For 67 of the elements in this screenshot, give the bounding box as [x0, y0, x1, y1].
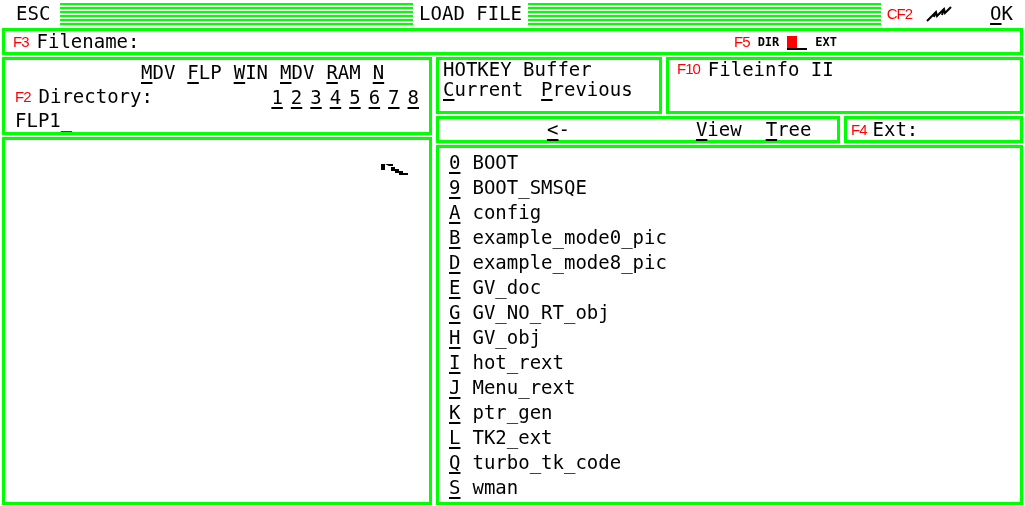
drive-number-button[interactable]: 7: [388, 86, 400, 108]
file-name[interactable]: GV_NO_RT_obj: [472, 303, 610, 322]
file-hotkey[interactable]: B: [449, 228, 461, 247]
extension-label: Ext:: [872, 120, 919, 140]
tree-button[interactable]: Tree: [765, 119, 812, 140]
file-hotkey[interactable]: I: [449, 353, 461, 372]
file-name[interactable]: wman: [472, 478, 519, 497]
hotkey-buffer-title: HOTKEY Buffer: [443, 60, 593, 79]
file-name[interactable]: GV_doc: [472, 278, 542, 297]
device-button[interactable]: MDV: [280, 62, 315, 83]
ok-button[interactable]: OK: [986, 3, 1017, 24]
device-button[interactable]: MDV: [141, 62, 176, 83]
toggle-option[interactable]: DIR: [757, 34, 780, 49]
escape-button[interactable]: ESC: [12, 3, 55, 24]
drive-number-button[interactable]: 2: [290, 86, 303, 108]
buffer-button[interactable]: Current: [443, 79, 524, 100]
key-label: F10: [677, 60, 700, 77]
filename-label: Filename:: [36, 32, 140, 51]
file-hotkey[interactable]: S: [449, 478, 461, 497]
file-hotkey[interactable]: D: [449, 253, 461, 272]
key-label: F3: [13, 33, 29, 50]
file-name[interactable]: example_mode0_pic: [472, 228, 667, 247]
file-name[interactable]: ptr_gen: [472, 403, 553, 422]
file-hotkey[interactable]: K: [449, 403, 461, 422]
device-button[interactable]: RAM: [326, 62, 361, 83]
key-label: CF2: [886, 5, 913, 22]
drive-number-button[interactable]: 8: [407, 86, 419, 108]
file-name[interactable]: TK2_ext: [472, 428, 553, 447]
file-name[interactable]: BOOT: [472, 153, 519, 172]
file-name[interactable]: Menu_rext: [472, 378, 576, 397]
file-hotkey[interactable]: G: [449, 303, 461, 322]
file-name[interactable]: hot_rext: [472, 353, 564, 372]
buffer-button[interactable]: Previous: [541, 79, 633, 100]
directory-label: Directory:: [38, 87, 153, 107]
file-name[interactable]: example_mode8_pic: [472, 253, 667, 272]
key-label: F4: [851, 121, 867, 139]
back-button[interactable]: <-: [547, 119, 570, 140]
drive-number-button[interactable]: 3: [310, 86, 322, 108]
file-hotkey[interactable]: 9: [449, 178, 461, 197]
file-name[interactable]: BOOT_SMSQE: [472, 178, 587, 197]
view-button[interactable]: View: [695, 119, 742, 140]
drive-number-button[interactable]: 1: [271, 86, 283, 108]
file-hotkey[interactable]: 0: [449, 153, 461, 172]
file-hotkey[interactable]: L: [449, 428, 461, 447]
device-button[interactable]: WIN: [233, 62, 269, 83]
drive-number-button[interactable]: 4: [329, 86, 342, 108]
key-label: F5: [734, 33, 750, 50]
file-hotkey[interactable]: H: [449, 328, 461, 347]
file-hotkey[interactable]: E: [449, 278, 461, 297]
device-button[interactable]: N: [372, 62, 385, 83]
file-hotkey[interactable]: A: [449, 203, 461, 222]
file-hotkey[interactable]: Q: [449, 453, 461, 472]
device-button[interactable]: FLP: [187, 62, 222, 83]
file-hotkey[interactable]: J: [449, 378, 461, 397]
key-label: F2: [15, 88, 31, 106]
lightning-icon[interactable]: [926, 5, 953, 22]
directory-value[interactable]: FLP1_: [15, 111, 419, 130]
pointer-icon: [381, 162, 409, 176]
fileinfo-button[interactable]: Fileinfo II: [707, 60, 834, 79]
file-name[interactable]: GV_obj: [472, 328, 542, 347]
file-name[interactable]: config: [472, 203, 542, 222]
window-title: LOAD FILE: [419, 4, 522, 23]
drive-number-button[interactable]: 6: [368, 86, 381, 108]
toggle-switch[interactable]: [787, 36, 808, 50]
file-name[interactable]: turbo_tk_code: [472, 453, 622, 472]
drive-number-button[interactable]: 5: [349, 86, 361, 108]
toggle-option[interactable]: EXT: [815, 34, 837, 49]
